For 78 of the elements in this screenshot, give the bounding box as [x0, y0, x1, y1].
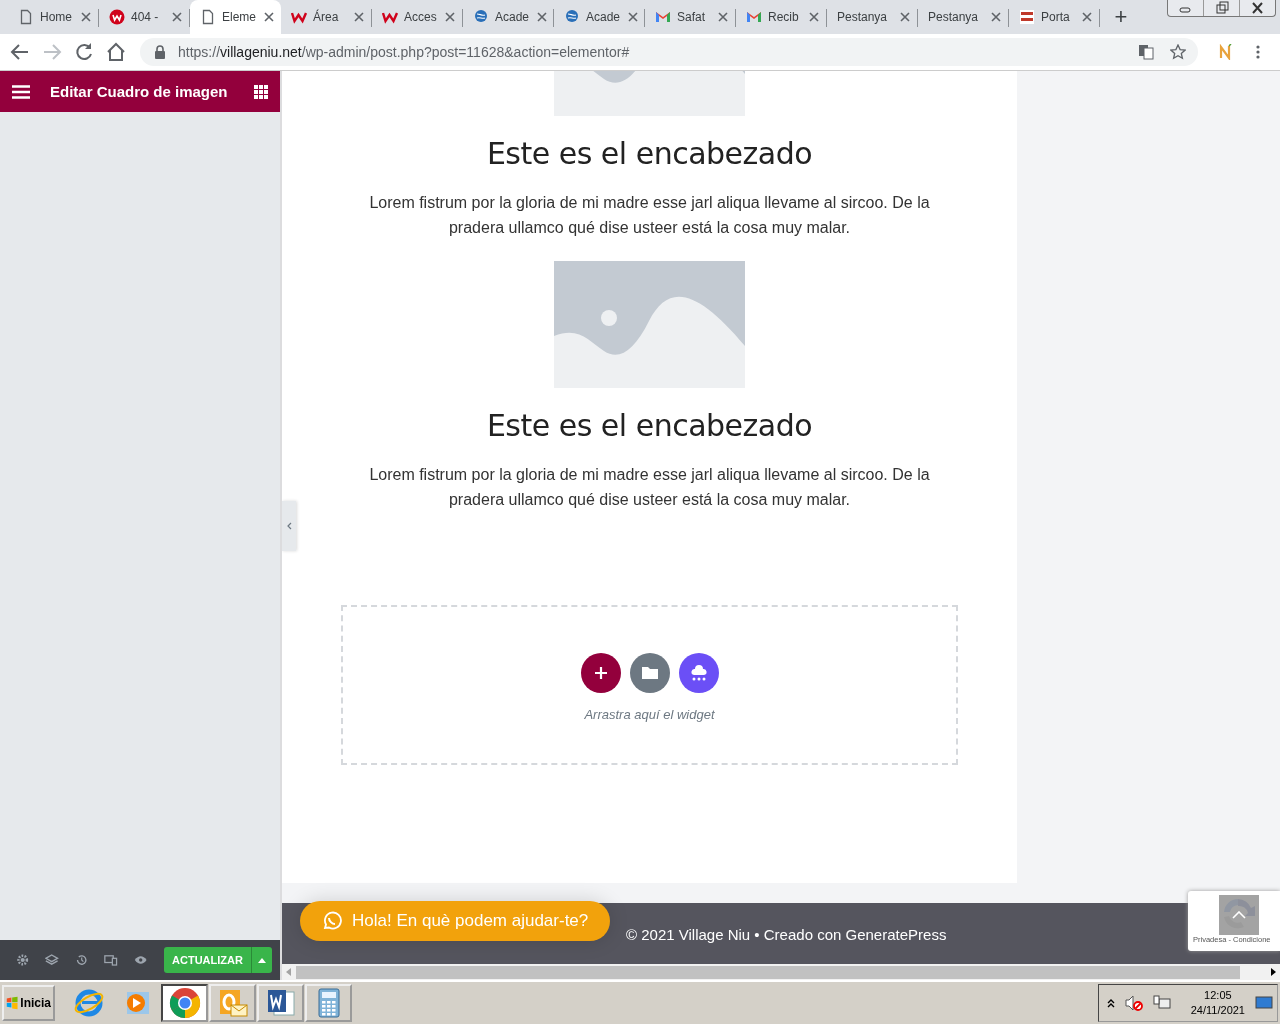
caret-icon [257, 957, 266, 963]
scroll-top-button[interactable] [1219, 894, 1259, 935]
globe-icon [473, 9, 489, 25]
mail-icon [655, 9, 671, 25]
desktop-icon[interactable] [1255, 995, 1273, 1011]
close-icon[interactable] [170, 10, 184, 24]
chevron-left-icon [286, 522, 292, 530]
close-icon[interactable] [535, 10, 550, 24]
translate-icon[interactable] [1138, 44, 1154, 60]
address-bar[interactable]: https://villageniu.net/wp-admin/post.php?post=11628&action=elementor# [140, 38, 1198, 66]
chrome-icon [168, 987, 201, 1019]
browser-tab[interactable]: Eleme [190, 0, 281, 34]
browser-tab[interactable]: Home [8, 0, 99, 34]
page-icon [200, 9, 216, 25]
browser-tab[interactable]: Porta [1009, 0, 1100, 34]
chat-icon [322, 910, 342, 931]
new-tab-button[interactable]: + [1106, 2, 1136, 32]
lock-icon [152, 44, 168, 60]
heading: Este es el encabezado [486, 136, 813, 172]
layers-icon[interactable] [45, 952, 59, 968]
chevron-up-icon [1232, 910, 1246, 919]
close-icon[interactable] [1080, 10, 1094, 24]
close-icon[interactable] [626, 10, 641, 24]
browser-tab[interactable]: 404 - [99, 0, 190, 34]
plus-icon [594, 666, 607, 679]
drop-hint: Arrastra aquí el widget [584, 706, 715, 722]
template-button[interactable] [629, 652, 670, 693]
mail-icon [746, 9, 762, 25]
menu-icon[interactable] [12, 84, 30, 99]
browser-tab[interactable]: Recib [736, 0, 827, 34]
browser-tab[interactable]: Área [281, 0, 372, 34]
panel-collapse-handle[interactable] [282, 501, 296, 551]
start-button[interactable]: Inicia [2, 985, 55, 1021]
speaker-muted-icon[interactable] [1124, 995, 1143, 1011]
close-icon[interactable] [352, 10, 366, 24]
responsive-icon[interactable] [104, 952, 118, 968]
close-icon[interactable] [807, 10, 821, 24]
close-icon[interactable] [262, 10, 276, 24]
footer-text: © 2021 Village Niu • Creado con GeneratePress [626, 925, 947, 943]
close-icon[interactable] [79, 10, 93, 24]
clock-time: 12:05 [1204, 988, 1232, 1003]
paragraph: Lorem fistrum por la gloria de mi madre esse jarl aliqua llevame al sircoo. De la pradera ullamco qué dise usteer está la cosa muy malar. [368, 193, 931, 238]
logo-icon [109, 9, 125, 25]
network-icon[interactable] [1152, 995, 1171, 1011]
history-icon[interactable] [74, 952, 89, 968]
url-text: https://villageniu.net/wp-admin/post.php?post=11628&action=elementor# [178, 44, 631, 60]
logo-icon [1019, 9, 1035, 25]
add-button[interactable] [580, 652, 621, 693]
scrollbar-thumb[interactable] [296, 965, 1240, 979]
update-options-button[interactable] [250, 947, 273, 973]
close-icon[interactable] [898, 10, 912, 24]
clock[interactable]: 12:05 24/11/2021 [1190, 988, 1245, 1018]
heading: Este es el encabezado [486, 408, 813, 444]
taskbar-app-button[interactable] [161, 984, 208, 1022]
browser-icon [72, 987, 105, 1019]
page-icon [18, 9, 34, 25]
close-icon[interactable] [443, 10, 457, 24]
browser-tab[interactable]: Acade [463, 0, 554, 34]
paragraph: Lorem fistrum por la gloria de mi madre esse jarl aliqua llevame al sircoo. De la pradera ullamco qué dise usteer está la cosa muy malar. [368, 465, 931, 510]
browser-tab[interactable]: Safat [645, 0, 736, 34]
horizontal-scrollbar[interactable] [282, 964, 1280, 980]
chevron-up-icon[interactable] [1106, 998, 1115, 1008]
star-icon[interactable] [1170, 44, 1186, 60]
cloud-icon [689, 664, 708, 681]
clock-date: 24/11/2021 [1190, 1003, 1245, 1018]
globe-icon [564, 9, 580, 25]
browser-tab[interactable]: Acces [372, 0, 463, 34]
grid-icon[interactable] [254, 84, 268, 99]
panel-title: Editar Cuadro de imagen [50, 83, 229, 100]
browser-tab[interactable]: Pestanya [827, 0, 918, 34]
browser-tab[interactable]: Pestanya [918, 0, 1009, 34]
close-icon[interactable] [989, 10, 1003, 24]
browser-tab[interactable]: Acade [554, 0, 645, 34]
cloud-button[interactable] [678, 652, 719, 693]
settings-icon[interactable] [16, 952, 30, 968]
folder-icon [641, 666, 658, 679]
windows-logo-icon [6, 995, 19, 1011]
close-icon[interactable] [716, 10, 730, 24]
